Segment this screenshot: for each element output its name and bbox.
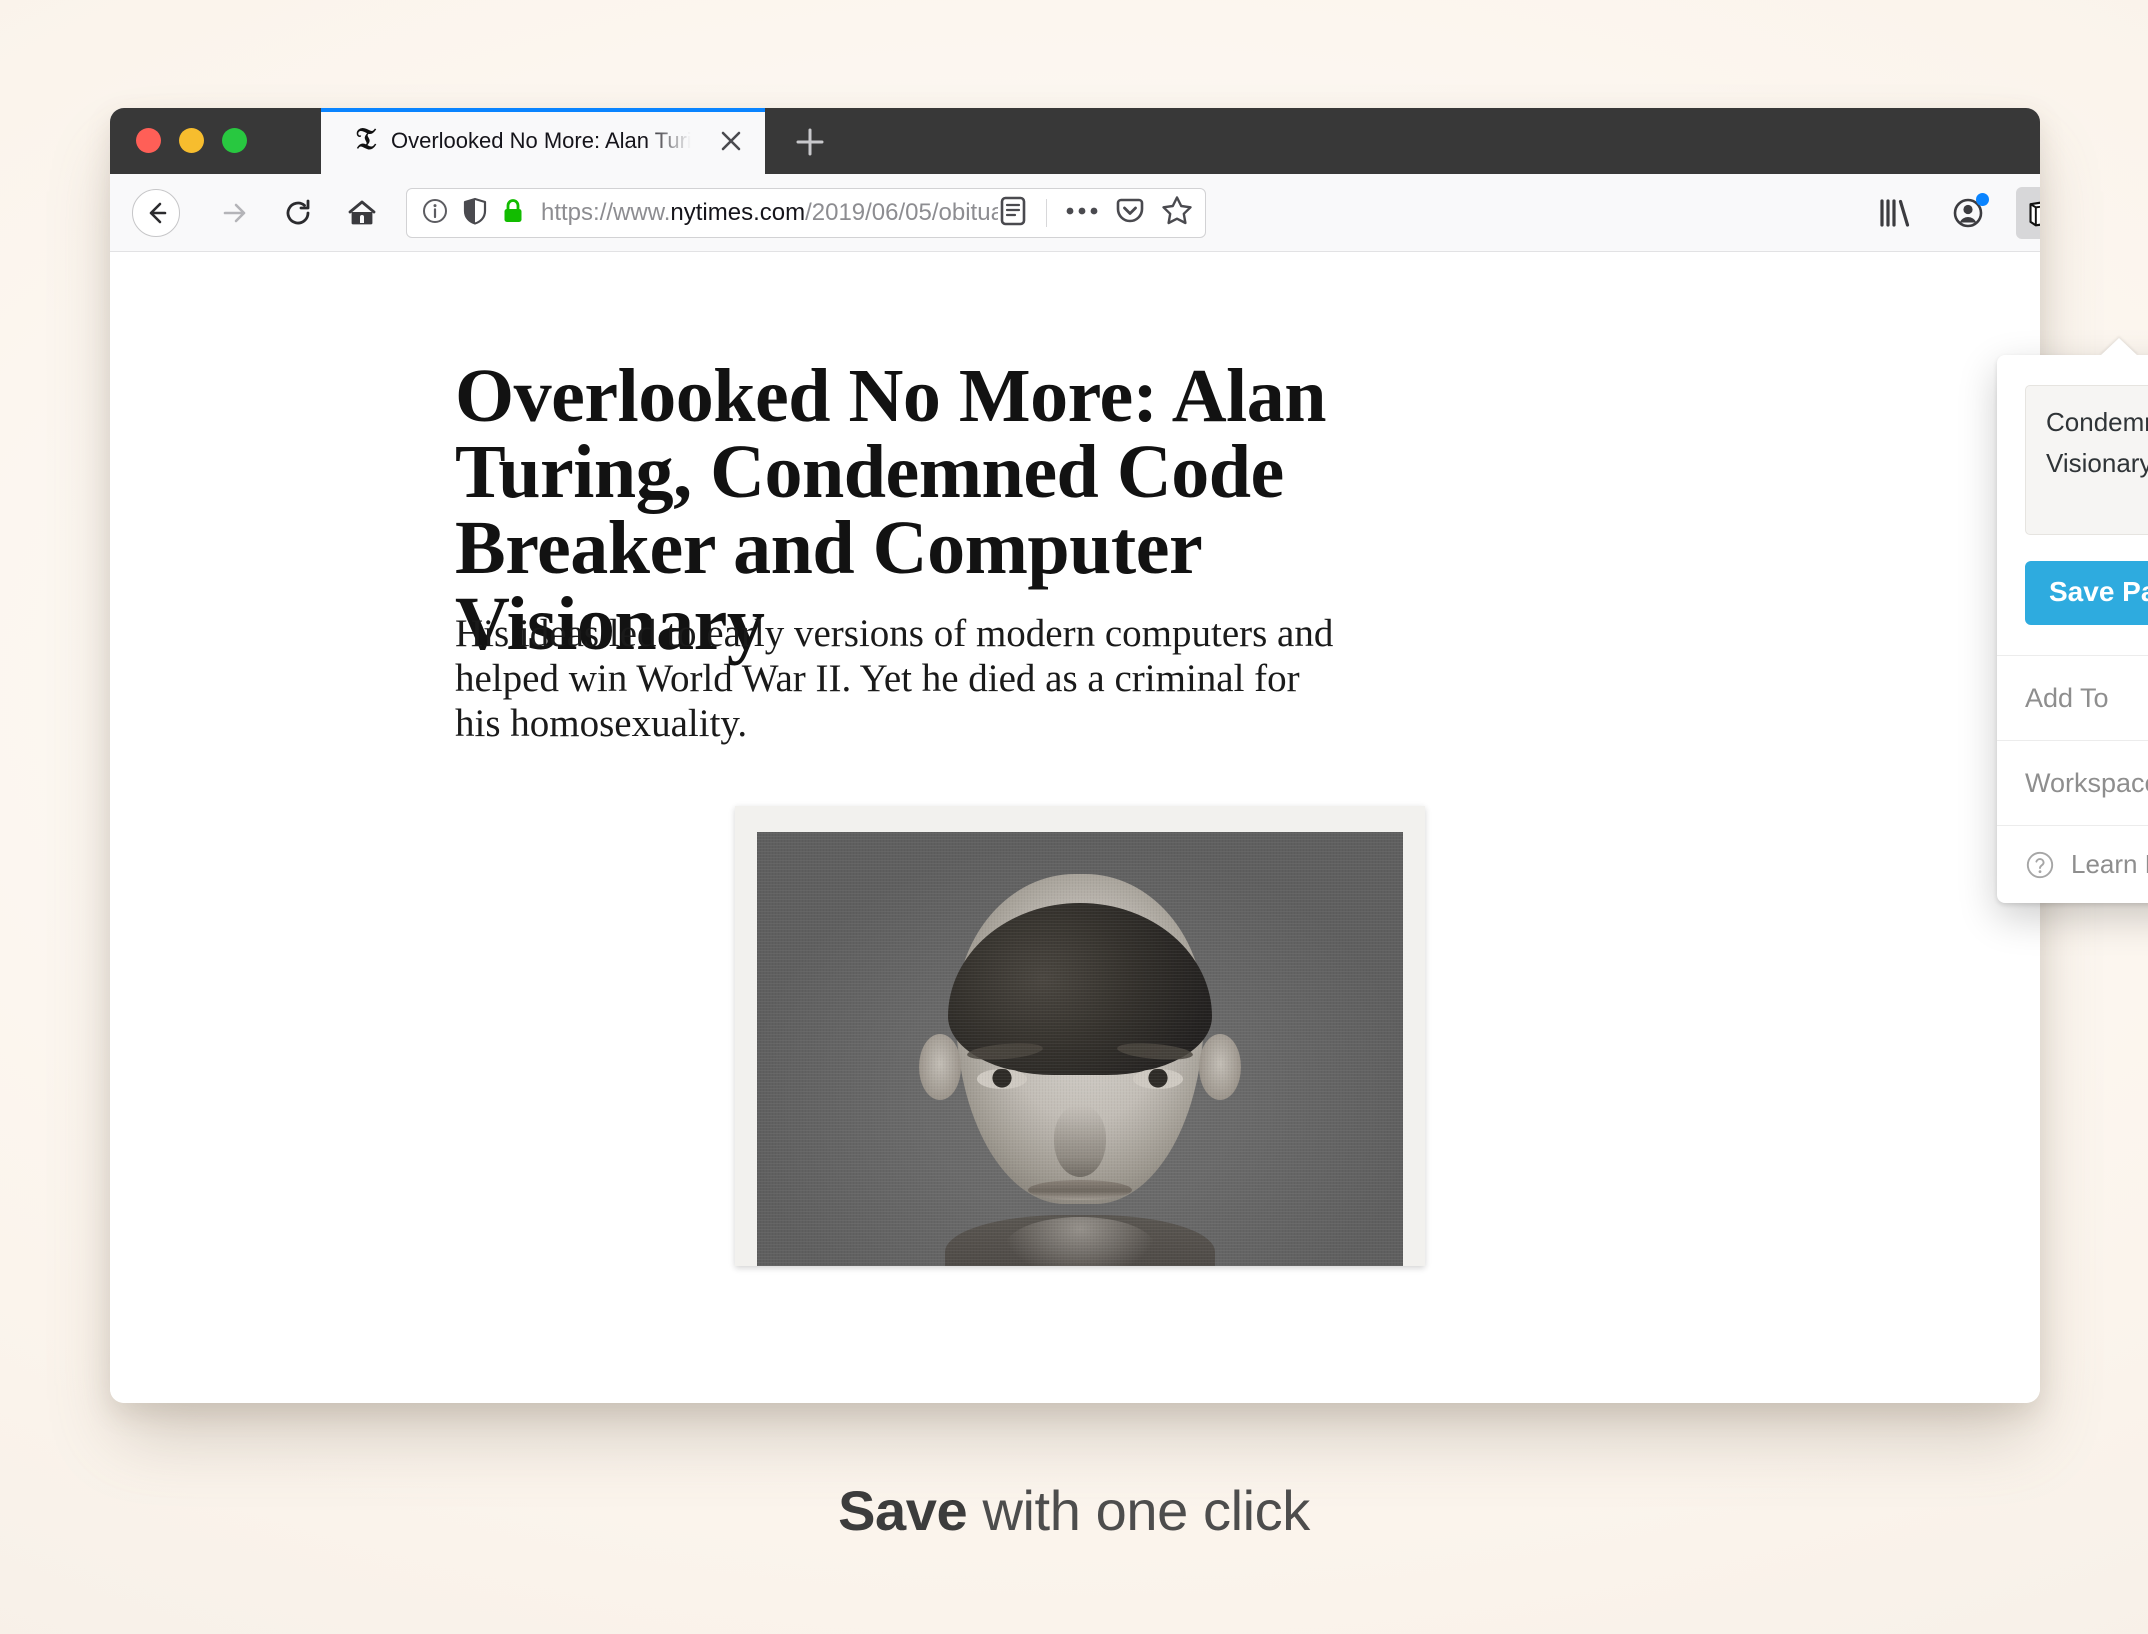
- save-page-button[interactable]: Save Page: [2025, 561, 2148, 625]
- close-tab-button[interactable]: [715, 125, 747, 157]
- new-tab-button[interactable]: [791, 123, 829, 161]
- url-path: /2019/06/05/obituaries/a: [805, 199, 998, 226]
- popup-arrow: [2100, 338, 2138, 356]
- notion-extension-icon[interactable]: N: [2016, 187, 2040, 239]
- learn-more-label: Learn More: [2071, 849, 2148, 879]
- account-icon[interactable]: [1946, 190, 1992, 236]
- forward-button[interactable]: [210, 189, 258, 237]
- minimize-window-button[interactable]: [179, 128, 204, 153]
- workspace-label: Workspace: [2025, 767, 2148, 798]
- browser-tab-active[interactable]: 𝔗 Overlooked No More: Alan Turin: [321, 108, 765, 174]
- pocket-icon[interactable]: [1115, 196, 1145, 231]
- library-icon[interactable]: [1872, 190, 1918, 236]
- back-button[interactable]: [132, 189, 180, 237]
- padlock-icon[interactable]: [501, 197, 525, 230]
- tab-active-accent: [321, 108, 765, 112]
- reader-view-icon[interactable]: [998, 195, 1028, 232]
- url-domain: nytimes.com: [670, 199, 806, 226]
- caption-rest: with one click: [967, 1479, 1310, 1542]
- article-standfirst: His ideas led to early versions of moder…: [455, 612, 1334, 746]
- account-notification-dot: [1976, 193, 1989, 206]
- address-bar[interactable]: https://www.nytimes.com/2019/06/05/obitu…: [406, 188, 1206, 238]
- article-photo: [735, 806, 1425, 1266]
- nytimes-favicon-icon: 𝔗: [356, 123, 376, 156]
- page-info-icon[interactable]: [421, 197, 449, 230]
- photo-grain-overlay: [757, 832, 1403, 1266]
- browser-window: 𝔗 Overlooked No More: Alan Turin https:/…: [110, 108, 2148, 1403]
- address-bar-url: https://www.nytimes.com/2019/06/05/obitu…: [541, 198, 998, 228]
- learn-more-row[interactable]: Learn More: [1997, 825, 2148, 903]
- add-to-label: Add To: [2025, 682, 2109, 713]
- urlbar-divider: [1046, 199, 1047, 227]
- notion-web-clipper-popup: Condemned Code Breaker and Computer Visi…: [1997, 338, 2148, 903]
- tab-title: Overlooked No More: Alan Turin: [391, 128, 701, 153]
- page-title-input[interactable]: Condemned Code Breaker and Computer Visi…: [2025, 385, 2148, 535]
- web-page-content: Overlooked No More: Alan Turing, Condemn…: [110, 253, 2040, 1403]
- home-button[interactable]: [338, 189, 386, 237]
- add-to-row[interactable]: Add To 📚 Reading List: [1997, 655, 2148, 740]
- bookmark-star-icon[interactable]: [1161, 195, 1193, 231]
- save-row: Save Page Enter: [1997, 535, 2148, 655]
- browser-navigation-toolbar: https://www.nytimes.com/2019/06/05/obitu…: [110, 174, 2040, 252]
- shield-icon[interactable]: [462, 197, 488, 230]
- question-circle-icon: [2026, 851, 2054, 878]
- workspace-row[interactable]: Workspace N Notion: [1997, 740, 2148, 825]
- traffic-lights: [136, 128, 247, 153]
- reload-button[interactable]: [274, 189, 322, 237]
- caption-bold: Save: [838, 1479, 968, 1542]
- caption: Save with one click: [0, 1478, 2148, 1543]
- close-window-button[interactable]: [136, 128, 161, 153]
- maximize-window-button[interactable]: [222, 128, 247, 153]
- page-actions-icon[interactable]: [1065, 204, 1099, 222]
- browser-titlebar: 𝔗 Overlooked No More: Alan Turin: [110, 108, 2040, 174]
- url-prefix: https://www.: [541, 199, 671, 226]
